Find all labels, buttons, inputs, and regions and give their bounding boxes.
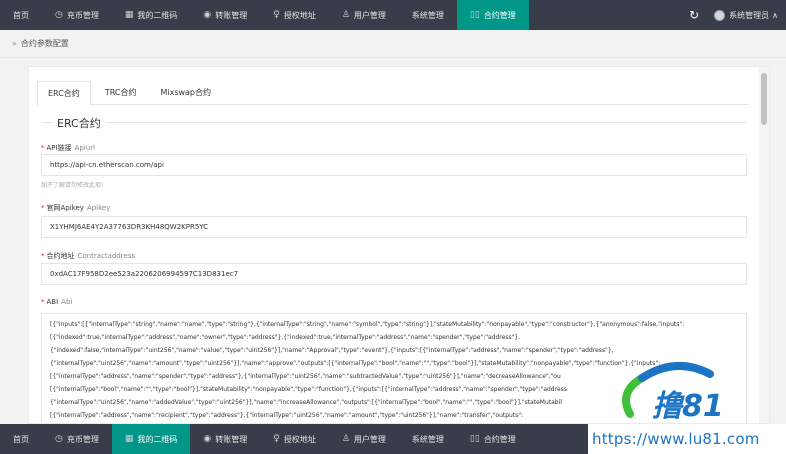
- nav-item-label: 授权地址: [283, 434, 316, 444]
- user-icon: ♙: [341, 434, 350, 444]
- grid-icon: ▦: [124, 10, 134, 20]
- nav-right: ↻ 系统管理员 ∧: [680, 0, 786, 30]
- breadcrumb-current: 合约参数配置: [20, 39, 69, 48]
- apikey-label-text: 官网Apikey: [46, 204, 84, 212]
- user-name: 系统管理员: [729, 10, 770, 20]
- columns-icon: ▯▯: [469, 434, 480, 444]
- breadcrumb-separator: »: [12, 39, 17, 48]
- logo-swoosh-green: [622, 374, 646, 418]
- abi-line: [{"indexed":true,"internalType":"address…: [50, 334, 521, 341]
- nav-item-label: 转账管理: [215, 10, 248, 20]
- nav-item-2[interactable]: ▦ 我的二维码: [111, 424, 191, 454]
- nav-item-7[interactable]: ▯▯ 合约管理: [456, 0, 529, 30]
- apikey-label: * 官网Apikey Apikey: [41, 203, 110, 213]
- breadcrumb: » 合约参数配置: [0, 30, 786, 58]
- nav-item-5[interactable]: ♙ 用户管理: [329, 424, 399, 454]
- required-mark: *: [41, 298, 45, 306]
- abi-label: * ABI Abi: [41, 298, 72, 306]
- nav-item-0[interactable]: 首页: [0, 0, 42, 30]
- circle-icon: ◉: [203, 434, 212, 444]
- nav-item-6[interactable]: 系统管理: [399, 424, 457, 454]
- abi-label-text: ABI: [46, 298, 59, 306]
- user-menu[interactable]: 系统管理员 ∧: [708, 9, 786, 21]
- nav-item-4[interactable]: ♀ 授权地址: [260, 0, 329, 30]
- columns-icon: ▯▯: [469, 10, 480, 20]
- nav-item-6[interactable]: 系统管理: [399, 0, 457, 30]
- nav-item-7[interactable]: ▯▯ 合约管理: [457, 424, 529, 454]
- circle-icon: ◉: [203, 10, 212, 20]
- nav-item-label: 充币管理: [66, 10, 99, 20]
- scrollbar-thumb[interactable]: [761, 73, 767, 125]
- nav-item-4[interactable]: ♀ 授权地址: [260, 424, 329, 454]
- refresh-icon[interactable]: ↻: [680, 8, 708, 22]
- required-mark: *: [41, 144, 45, 152]
- grid-icon: ▦: [124, 434, 134, 444]
- abi-key: Abi: [61, 298, 73, 306]
- tab-mixswap[interactable]: Mixswap合约: [150, 81, 221, 104]
- nav-item-label: 用户管理: [353, 10, 386, 20]
- api-url-input[interactable]: https://api-cn.etherscan.com/api: [41, 154, 747, 176]
- apikey-key: Apikey: [86, 204, 111, 212]
- nav-item-label: 我的二维码: [137, 434, 178, 444]
- nav-item-label: 用户管理: [353, 434, 386, 444]
- contract-tabs: ERC合约 TRC合约 Mixswap合约: [37, 81, 749, 106]
- tab-trc[interactable]: TRC合约: [95, 81, 147, 104]
- contract-address-label-text: 合约地址: [46, 252, 75, 260]
- bottom-navigation: 首页 ◷ 充币管理 ▦ 我的二维码 ◉ 转账管理 ♀ 授权地址 ♙ 用户管理 系统管理 ▯▯ 合约管理: [0, 424, 588, 454]
- logo-arc-blue: [638, 361, 714, 382]
- nav-item-label: 我的二维码: [137, 10, 178, 20]
- watermark-url: https://www.lu81.com: [592, 430, 760, 448]
- bottom-nav-items: 首页 ◷ 充币管理 ▦ 我的二维码 ◉ 转账管理 ♀ 授权地址 ♙ 用户管理 系统管理 ▯▯ 合约管理: [0, 424, 529, 454]
- nav-item-label: 首页: [13, 10, 29, 20]
- apikey-input[interactable]: X1YHMJ6AE4Y2A37763DR3KH48QW2KPR5YC: [41, 216, 747, 238]
- nav-item-3[interactable]: ◉ 转账管理: [190, 424, 260, 454]
- section-legend: ERC合约: [41, 115, 747, 131]
- avatar: [714, 9, 726, 21]
- nav-item-label: 充币管理: [66, 434, 99, 444]
- top-nav-items: 首页 ◷ 充币管理 ▦ 我的二维码 ◉ 转账管理 ♀ 授权地址 ♙ 用户管理 系统管理 ▯▯ 合约管理: [0, 0, 529, 30]
- api-url-label: * API链接 Apiurl: [41, 143, 95, 153]
- section-title: ERC合约: [53, 115, 105, 131]
- contract-address-label: * 合约地址 Contractaddress: [41, 251, 135, 261]
- site-watermark: 撸81 https://www.lu81.com: [590, 352, 786, 452]
- required-mark: *: [41, 252, 45, 260]
- required-mark: *: [41, 204, 45, 212]
- logo-text: 撸81: [652, 389, 724, 424]
- nav-item-3[interactable]: ◉ 转账管理: [190, 0, 260, 30]
- nav-item-label: 授权地址: [283, 10, 316, 20]
- nav-item-label: 首页: [13, 434, 29, 444]
- legend-divider: [41, 122, 747, 123]
- contract-address-key: Contractaddress: [77, 252, 136, 260]
- nav-item-1[interactable]: ◷ 充币管理: [42, 424, 112, 454]
- nav-item-label: 合约管理: [483, 434, 516, 444]
- nav-item-label: 转账管理: [215, 434, 248, 444]
- nav-item-label: 系统管理: [411, 434, 444, 444]
- top-navigation: 首页 ◷ 充币管理 ▦ 我的二维码 ◉ 转账管理 ♀ 授权地址 ♙ 用户管理 系统管理 ▯▯ 合约管理 ↻…: [0, 0, 786, 30]
- nav-item-2[interactable]: ▦ 我的二维码: [112, 0, 191, 30]
- api-url-label-text: API链接: [46, 144, 72, 152]
- api-url-hint: 如不了解请勿修改此项!: [41, 182, 104, 189]
- user-icon: ♙: [341, 10, 350, 20]
- contract-address-input[interactable]: 0xdAC17F958D2ee523a2206206994597C13D831e…: [41, 263, 747, 285]
- api-url-key: Apiurl: [74, 144, 96, 152]
- bulb-icon: ♀: [273, 434, 280, 444]
- bulb-icon: ♀: [273, 10, 280, 20]
- clock-icon: ◷: [55, 10, 63, 20]
- nav-item-1[interactable]: ◷ 充币管理: [42, 0, 112, 30]
- tab-erc[interactable]: ERC合约: [37, 81, 91, 106]
- nav-item-label: 系统管理: [411, 10, 444, 20]
- nav-item-label: 合约管理: [483, 10, 516, 20]
- watermark-logo: 撸81: [622, 361, 724, 424]
- nav-item-0[interactable]: 首页: [0, 424, 42, 454]
- nav-item-5[interactable]: ♙ 用户管理: [329, 0, 399, 30]
- chevron-up-icon: ∧: [772, 10, 778, 20]
- clock-icon: ◷: [55, 434, 63, 444]
- abi-line: [{"inputs":[{"internalType":"string","na…: [50, 321, 685, 328]
